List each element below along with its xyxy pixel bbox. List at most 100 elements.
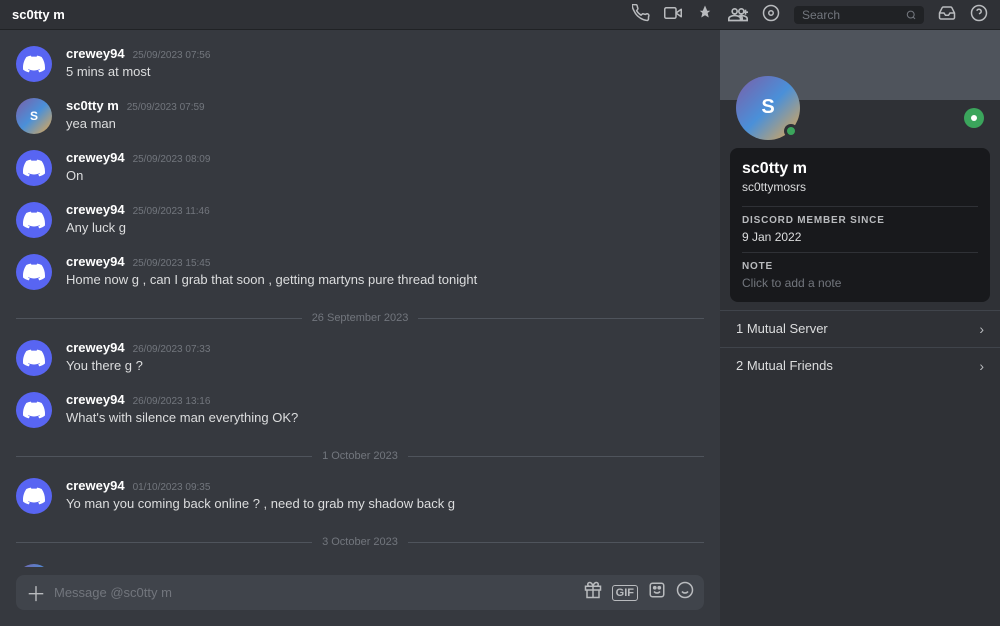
note-field[interactable]: Click to add a note: [742, 276, 978, 290]
divider-line: [408, 456, 704, 457]
top-bar-icons: [632, 4, 988, 26]
message-text: 5 mins at most: [66, 63, 704, 81]
profile-tag: sc0ttymosrs: [742, 180, 978, 194]
chevron-right-icon: ›: [979, 321, 984, 337]
table-row: crewey94 25/09/2023 08:09 On: [16, 146, 704, 190]
table-row: crewey94 25/09/2023 11:46 Any luck g: [16, 198, 704, 242]
mutual-server-label: 1 Mutual Server: [736, 321, 828, 336]
divider-line: [16, 456, 312, 457]
sticker-icon[interactable]: [648, 581, 666, 604]
table-row: crewey94 26/09/2023 07:33 You there g ?: [16, 336, 704, 380]
message-header: crewey94 25/09/2023 08:09: [66, 150, 704, 165]
message-content: crewey94 25/09/2023 07:56 5 mins at most: [66, 46, 704, 82]
message-text: Any luck g: [66, 219, 704, 237]
main-content: crewey94 25/09/2023 07:56 5 mins at most…: [0, 30, 1000, 626]
message-content: crewey94 26/09/2023 07:33 You there g ?: [66, 340, 704, 376]
note-label: NOTE: [742, 261, 978, 272]
activity-icon[interactable]: [762, 4, 780, 26]
message-username: crewey94: [66, 392, 125, 407]
message-username: crewey94: [66, 150, 125, 165]
video-icon[interactable]: [664, 4, 682, 26]
message-text: What's with silence man everything OK?: [66, 409, 704, 427]
message-header: crewey94 26/09/2023 13:16: [66, 392, 704, 407]
message-content: crewey94 26/09/2023 13:16 What's with si…: [66, 392, 704, 428]
messages-container: crewey94 25/09/2023 07:56 5 mins at most…: [0, 30, 720, 567]
message-content: crewey94 25/09/2023 08:09 On: [66, 150, 704, 186]
divider-line: [418, 318, 704, 319]
channel-title: sc0tty m: [12, 7, 65, 22]
message-username: crewey94: [66, 202, 125, 217]
divider-line: [16, 542, 312, 543]
date-divider: 26 September 2023: [16, 312, 704, 324]
table-row: crewey94 25/09/2023 07:56 5 mins at most: [16, 42, 704, 86]
avatar: [16, 478, 52, 514]
divider: [742, 252, 978, 253]
table-row: crewey94 01/10/2023 09:35 Yo man you com…: [16, 474, 704, 518]
gift-icon[interactable]: [584, 581, 602, 604]
message-timestamp: 25/09/2023 08:09: [133, 154, 211, 165]
message-header: crewey94 01/10/2023 09:35: [66, 478, 704, 493]
message-username: crewey94: [66, 254, 125, 269]
profile-name: sc0tty m: [742, 160, 978, 178]
message-username: crewey94: [66, 46, 125, 61]
emoji-icon[interactable]: [676, 581, 694, 604]
phone-icon[interactable]: [632, 4, 650, 26]
message-text: Yo man you coming back online ? , need t…: [66, 495, 704, 513]
message-content: crewey94 25/09/2023 11:46 Any luck g: [66, 202, 704, 238]
message-text: You there g ?: [66, 357, 704, 375]
message-header: crewey94 25/09/2023 15:45: [66, 254, 704, 269]
message-timestamp: 01/10/2023 09:35: [133, 482, 211, 493]
message-timestamp: 26/09/2023 13:16: [133, 396, 211, 407]
chevron-right-icon: ›: [979, 358, 984, 374]
pin-icon[interactable]: [696, 4, 714, 26]
help-icon[interactable]: [970, 4, 988, 26]
divider-line: [16, 318, 302, 319]
message-timestamp: 25/09/2023 07:59: [127, 102, 205, 113]
input-wrapper: ＋ GIF: [16, 575, 704, 610]
message-username: crewey94: [66, 478, 125, 493]
date-divider-text: 1 October 2023: [322, 450, 398, 462]
divider: [742, 206, 978, 207]
date-divider-text: 3 October 2023: [322, 536, 398, 548]
add-friend-icon[interactable]: [728, 4, 748, 26]
table-row: crewey94 26/09/2023 13:16 What's with si…: [16, 388, 704, 432]
avatar: [16, 392, 52, 428]
table-row: crewey94 25/09/2023 15:45 Home now g , c…: [16, 250, 704, 294]
inbox-icon[interactable]: [938, 4, 956, 26]
message-header: crewey94 26/09/2023 07:33: [66, 340, 704, 355]
avatar: [16, 150, 52, 186]
input-icons: GIF: [584, 581, 694, 604]
gif-button[interactable]: GIF: [612, 585, 638, 601]
message-timestamp: 25/09/2023 15:45: [133, 258, 211, 269]
mutual-server-item[interactable]: 1 Mutual Server ›: [720, 310, 1000, 347]
top-bar: sc0tty m: [0, 0, 1000, 30]
active-status-indicator: [964, 108, 984, 128]
message-header: sc0tty m 25/09/2023 07:59: [66, 98, 704, 113]
profile-info-box: sc0tty m sc0ttymosrs DISCORD MEMBER SINC…: [730, 148, 990, 302]
table-row: S sc0tty m 03/10/2023 12:17: [16, 560, 704, 567]
profile-avatar-section: S: [720, 100, 1000, 140]
mutual-friends-label: 2 Mutual Friends: [736, 358, 833, 373]
mutual-friends-item[interactable]: 2 Mutual Friends ›: [720, 347, 1000, 384]
chat-area: crewey94 25/09/2023 07:56 5 mins at most…: [0, 30, 720, 626]
message-content: crewey94 01/10/2023 09:35 Yo man you com…: [66, 478, 704, 514]
input-bar: ＋ GIF: [0, 567, 720, 626]
message-input[interactable]: [54, 575, 576, 610]
message-timestamp: 25/09/2023 07:56: [133, 50, 211, 61]
avatar: [16, 46, 52, 82]
avatar: [16, 254, 52, 290]
message-timestamp: 26/09/2023 07:33: [133, 344, 211, 355]
message-content: sc0tty m 25/09/2023 07:59 yea man: [66, 98, 704, 134]
message-header: crewey94 25/09/2023 07:56: [66, 46, 704, 61]
member-since-value: 9 Jan 2022: [742, 230, 978, 244]
divider-line: [408, 542, 704, 543]
add-attachment-button[interactable]: ＋: [26, 578, 46, 607]
member-since-label: DISCORD MEMBER SINCE: [742, 215, 978, 226]
avatar: S: [16, 98, 52, 134]
date-divider: 1 October 2023: [16, 450, 704, 462]
search-bar[interactable]: [794, 6, 924, 24]
date-divider-text: 26 September 2023: [312, 312, 409, 324]
table-row: S sc0tty m 25/09/2023 07:59 yea man: [16, 94, 704, 138]
search-input[interactable]: [802, 8, 900, 22]
right-panel: S sc0tty m sc0ttymosrs DISCORD MEMBER SI…: [720, 30, 1000, 626]
